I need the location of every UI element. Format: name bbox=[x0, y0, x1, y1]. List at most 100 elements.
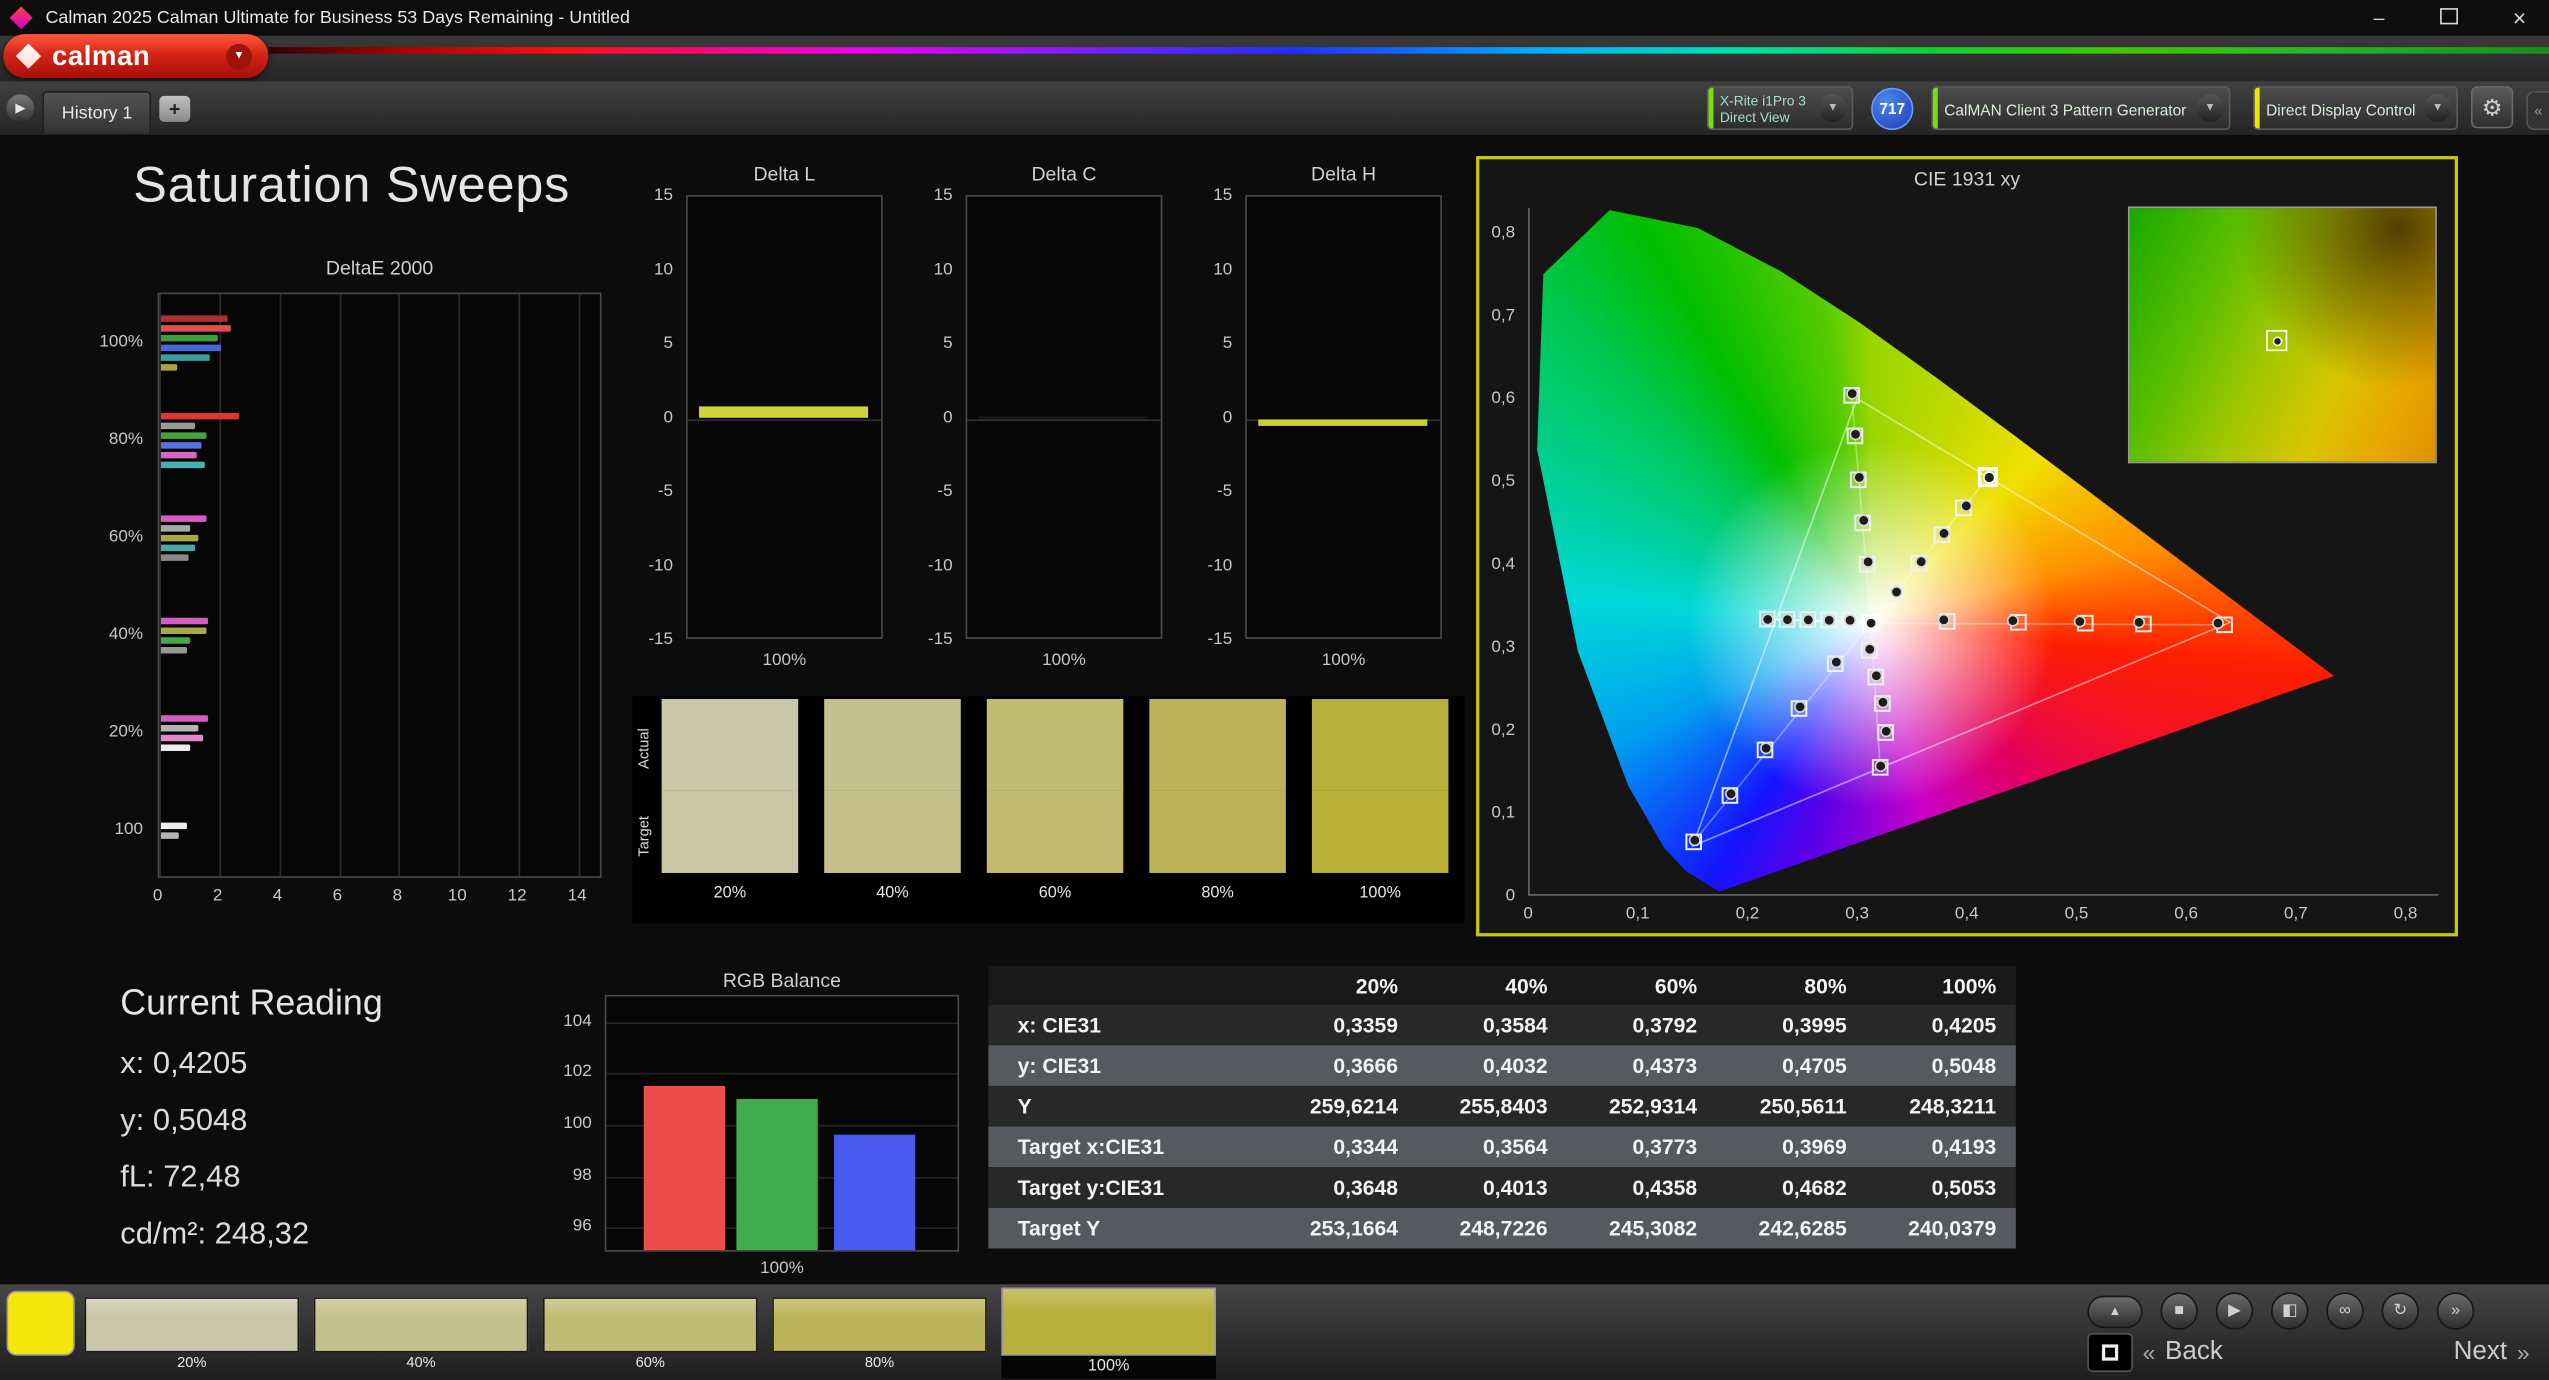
deltae-y-axis: 100% 80% 60% 40% 20% 100 bbox=[59, 293, 150, 878]
play-button[interactable]: ▶ bbox=[2215, 1292, 2254, 1330]
x-gridline bbox=[219, 294, 221, 877]
measured-point-cyan bbox=[1844, 614, 1857, 627]
table-cell: 0,3344 bbox=[1333, 1134, 1399, 1160]
app-window: Calman 2025 Calman Ultimate for Business… bbox=[0, 0, 2549, 1380]
measured-point-yellow bbox=[1915, 555, 1928, 568]
x-tick-label: 4 bbox=[272, 885, 283, 906]
tab-scroll-button[interactable]: ▶ bbox=[6, 94, 35, 122]
x-tick-label: 0,2 bbox=[1735, 903, 1760, 924]
deltae-bar bbox=[160, 744, 191, 752]
chevron-down-icon[interactable]: ▼ bbox=[2196, 94, 2224, 122]
strip-target-color bbox=[1149, 790, 1286, 873]
measured-point-green bbox=[1862, 555, 1875, 568]
measured-point-blue bbox=[1830, 656, 1843, 669]
y-gridline bbox=[606, 1022, 958, 1024]
measured-point-blue bbox=[1688, 834, 1701, 847]
deltae-bar bbox=[160, 647, 187, 654]
pattern-swatch-20%[interactable]: 20% bbox=[84, 1284, 300, 1372]
measured-point-yellow bbox=[1937, 527, 1951, 540]
more-button[interactable]: » bbox=[2436, 1292, 2475, 1330]
strip-swatch-label: 40% bbox=[876, 884, 909, 903]
swatch-label: 20% bbox=[177, 1354, 207, 1371]
strip-swatch: 20% bbox=[661, 699, 799, 904]
pattern-source-dropdown[interactable]: CalMAN Client 3 Pattern Generator ▼ bbox=[1931, 86, 2231, 131]
y-group-label: 20% bbox=[108, 721, 144, 742]
y-tick-label: -15 bbox=[1207, 629, 1233, 649]
next-chevron-icon[interactable]: » bbox=[2517, 1340, 2530, 1366]
table-row: x: CIE31 0,3359 0,3584 0,3792 0,3995 0,4205 bbox=[988, 1004, 2016, 1046]
display-control-dropdown[interactable]: Direct Display Control ▼ bbox=[2253, 86, 2458, 131]
pattern-swatch-100%[interactable]: 100% bbox=[1001, 1284, 1216, 1379]
next-button[interactable]: Next bbox=[2454, 1338, 2507, 1367]
link-button[interactable]: ∞ bbox=[2326, 1292, 2364, 1330]
table-row-label: y: CIE31 bbox=[1017, 1053, 1102, 1078]
table-corner-cell bbox=[988, 966, 1268, 1005]
y-tick-label: 0,8 bbox=[1491, 223, 1516, 243]
strip-swatch: 80% bbox=[1149, 699, 1286, 904]
rgb-bar-green bbox=[736, 1098, 818, 1251]
table-cell: 0,3773 bbox=[1632, 1134, 1698, 1160]
deltae-bar bbox=[160, 515, 206, 522]
table-cell: 0,5053 bbox=[1931, 1175, 1997, 1200]
settings-gear-button[interactable]: ⚙ bbox=[2470, 86, 2514, 129]
calman-logo-menu[interactable]: calman ▼ bbox=[3, 34, 269, 79]
title-bar: Calman 2025 Calman Ultimate for Business… bbox=[0, 0, 2549, 36]
pattern-swatch-80%[interactable]: 80% bbox=[772, 1284, 987, 1372]
maximize-button[interactable] bbox=[2439, 8, 2458, 28]
table-row: Target y:CIE31 0,3648 0,4013 0,4358 0,4682 0,… bbox=[988, 1167, 2016, 1208]
y-tick-label: 102 bbox=[563, 1062, 592, 1082]
stop-button[interactable]: ■ bbox=[2160, 1292, 2198, 1330]
table-row-label: Target Y bbox=[1017, 1215, 1101, 1241]
minimize-button[interactable]: – bbox=[2374, 8, 2385, 28]
swatch-color bbox=[313, 1297, 529, 1353]
pattern-window-button[interactable] bbox=[2087, 1333, 2133, 1373]
measured-point-magenta bbox=[1870, 669, 1883, 682]
add-tab-button[interactable]: + bbox=[159, 95, 191, 122]
chevron-down-icon[interactable]: ▼ bbox=[225, 43, 252, 70]
delta-h-title: Delta H bbox=[1311, 162, 1377, 186]
swatch-label: 100% bbox=[1001, 1355, 1216, 1379]
measured-point-cyan bbox=[1761, 613, 1774, 626]
table-column-header: 60% bbox=[1654, 972, 1698, 998]
strip-actual-color bbox=[986, 699, 1124, 791]
chevron-down-icon[interactable]: ▼ bbox=[1819, 94, 1847, 122]
cie-zoom-inset bbox=[2127, 206, 2437, 464]
table-column-header: 40% bbox=[1505, 972, 1548, 998]
measured-point-yellow bbox=[1890, 585, 1903, 599]
meter-count-badge[interactable]: 717 bbox=[1871, 87, 1914, 131]
collapse-panel-handle[interactable]: « bbox=[2526, 91, 2549, 131]
measured-point-blue bbox=[1794, 700, 1807, 713]
deltae-bar bbox=[160, 734, 203, 742]
table-cell: 240,0379 bbox=[1908, 1215, 1997, 1241]
save-button[interactable]: ◧ bbox=[2271, 1292, 2309, 1330]
display-label: Direct Display Control bbox=[2266, 101, 2416, 120]
back-chevron-icon[interactable]: « bbox=[2143, 1340, 2156, 1366]
header-band bbox=[0, 35, 2549, 82]
delta-value-bar bbox=[699, 406, 869, 419]
x-tick-label: 8 bbox=[392, 885, 403, 906]
deltae-bar bbox=[160, 544, 196, 552]
pattern-swatch-60%[interactable]: 60% bbox=[542, 1284, 758, 1372]
meter-dropdown[interactable]: X-Rite i1Pro 3 Direct View ▼ bbox=[1706, 86, 1854, 131]
eject-button[interactable]: ▲ bbox=[2087, 1294, 2143, 1328]
refresh-button[interactable]: ↻ bbox=[2381, 1292, 2419, 1330]
x-tick-label: 0,5 bbox=[2064, 903, 2089, 924]
measurement-table: 20% 40% 60% 80% 100% x: CIE31 0,3359 0,3584 0,37… bbox=[988, 965, 2016, 1249]
back-button[interactable]: Back bbox=[2165, 1338, 2223, 1367]
deltae-chart-title: DeltaE 2000 bbox=[325, 256, 434, 280]
inset-current-point bbox=[2266, 330, 2288, 352]
close-button[interactable]: × bbox=[2513, 7, 2526, 30]
tab-history-1[interactable]: History 1 bbox=[42, 91, 152, 134]
table-cell: 0,3792 bbox=[1632, 1012, 1698, 1038]
current-measured-point bbox=[1982, 471, 1996, 484]
pattern-swatch-40%[interactable]: 40% bbox=[313, 1284, 529, 1372]
current-pattern-swatch[interactable] bbox=[6, 1290, 75, 1356]
chevron-down-icon[interactable]: ▼ bbox=[2423, 94, 2452, 122]
deltae-bar bbox=[160, 442, 202, 449]
table-row: y: CIE31 0,3666 0,4032 0,4373 0,4705 0,5048 bbox=[988, 1045, 2016, 1086]
pattern-swatch-row: 20% 40% 60% 80% 100% bbox=[84, 1284, 1216, 1380]
strip-target-color bbox=[661, 790, 799, 873]
rgb-balance-chart: RGB Balance 104 102 100 98 96 100% bbox=[553, 966, 976, 1291]
measured-point-green bbox=[1853, 471, 1866, 484]
y-tick-label: 0 bbox=[1222, 407, 1233, 427]
